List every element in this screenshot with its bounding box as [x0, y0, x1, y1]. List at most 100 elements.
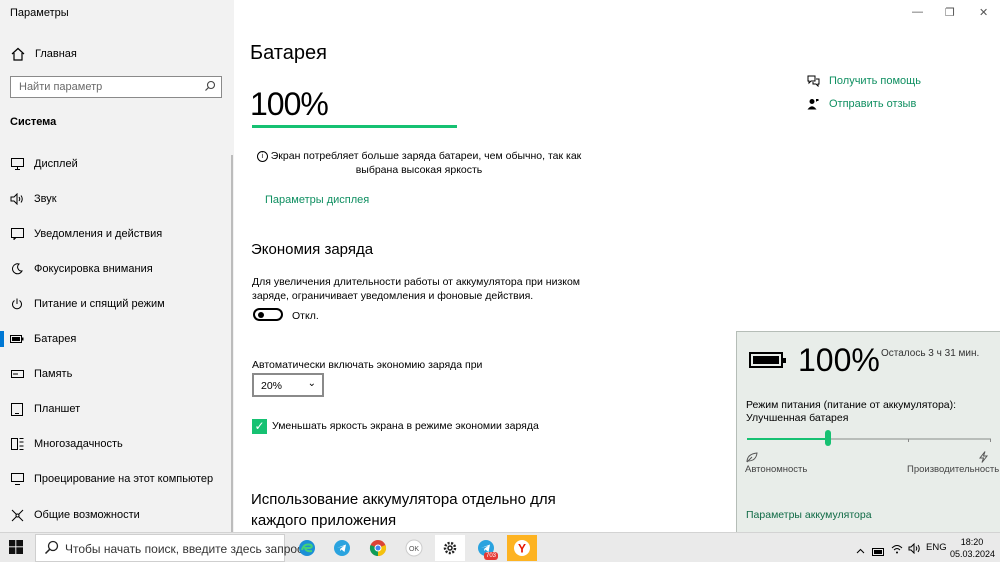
minimize-button[interactable]: —: [912, 6, 923, 18]
lower-brightness-checkbox[interactable]: ✓: [252, 419, 267, 434]
notification-icon: [10, 227, 24, 241]
sidebar-item-label: Батарея: [34, 333, 77, 345]
search-icon: [204, 80, 216, 95]
sidebar-item-label: Звук: [34, 193, 57, 205]
sidebar-item-tablet[interactable]: Планшет: [0, 394, 230, 424]
sidebar: Параметры Главная Найти параметр Система…: [0, 0, 234, 533]
sidebar-item-multitasking[interactable]: Многозадачность: [0, 429, 230, 459]
feedback-icon: [806, 97, 820, 111]
power-mode-value: Улучшенная батарея: [746, 412, 849, 424]
sidebar-item-label: Проецирование на этот компьютер: [34, 473, 214, 485]
home-label: Главная: [35, 48, 77, 60]
chevron-up-icon[interactable]: [856, 541, 865, 559]
ok-icon[interactable]: OK: [399, 535, 429, 561]
sidebar-item-label: Фокусировка внимания: [34, 263, 153, 275]
battery-tray-icon[interactable]: [872, 543, 885, 561]
sidebar-item-storage[interactable]: Память: [0, 359, 230, 389]
home-link[interactable]: Главная: [10, 45, 77, 63]
warning-text: Экран потребляет больше заряда батареи, …: [270, 150, 582, 176]
unread-badge: 703: [483, 552, 498, 560]
power-mode-slider-fill: [747, 438, 828, 440]
battery-saver-description: Для увеличения длительности работы от ак…: [252, 276, 581, 302]
power-mode-title: Режим питания (питание от аккумулятора):: [746, 399, 957, 411]
app-usage-heading: Использование аккумулятора отдельно для …: [251, 491, 556, 529]
checkmark-icon: ✓: [254, 419, 265, 433]
taskbar: Чтобы начать поиск, введите здесь запрос…: [0, 532, 1000, 562]
sidebar-item-label: Дисплей: [34, 158, 78, 170]
language-indicator[interactable]: ENG: [926, 542, 947, 553]
sidebar-scrollbar[interactable]: [231, 155, 233, 533]
sidebar-item-label: Многозадачность: [34, 438, 123, 450]
sidebar-item-label: Уведомления и действия: [34, 228, 163, 240]
battery-full-icon: [749, 352, 786, 368]
lower-brightness-label: Уменьшать яркость экрана в режиме эконом…: [272, 420, 539, 432]
slider-tick: [908, 439, 909, 442]
sidebar-item-shared[interactable]: Общие возможности: [0, 500, 230, 530]
clock-time: 18:20: [960, 537, 984, 547]
chevron-down-icon: ⌄: [307, 378, 316, 389]
maximize-button[interactable]: ❐: [945, 6, 955, 19]
sidebar-item-label: Память: [34, 368, 73, 380]
auto-saver-label: Автоматически включать экономию заряда п…: [252, 359, 483, 371]
power-icon: [10, 297, 24, 311]
sidebar-item-sound[interactable]: Звук: [0, 184, 230, 214]
feedback-label: Отправить отзыв: [829, 98, 917, 110]
sidebar-item-label: Питание и спящий режим: [34, 298, 165, 310]
settings-search-input[interactable]: Найти параметр: [10, 76, 222, 98]
yandex-browser-icon[interactable]: Y: [507, 535, 537, 561]
power-mode-label: Режим питания (питание от аккумулятора):…: [746, 399, 956, 425]
search-icon: [44, 540, 59, 558]
volume-icon[interactable]: [908, 541, 921, 559]
slider-max-label: Производительность: [907, 464, 1000, 475]
get-help-label: Получить помощь: [829, 75, 921, 87]
search-placeholder: Найти параметр: [19, 81, 103, 93]
display-settings-link[interactable]: Параметры дисплея: [265, 194, 369, 206]
get-help-link[interactable]: Получить помощь: [806, 74, 921, 88]
send-feedback-link[interactable]: Отправить отзыв: [806, 97, 916, 111]
toggle-state-label: Откл.: [292, 310, 319, 322]
slider-min-label: Автономность: [745, 464, 808, 475]
battery-saver-toggle[interactable]: [253, 308, 283, 321]
sidebar-item-label: Общие возможности: [34, 509, 140, 521]
chrome-icon[interactable]: [363, 535, 393, 561]
close-button[interactable]: ✕: [979, 6, 988, 19]
power-mode-slider-thumb[interactable]: [824, 430, 831, 446]
auto-saver-threshold-select[interactable]: 20% ⌄: [252, 373, 324, 397]
battery-settings-link[interactable]: Параметры аккумулятора: [746, 509, 872, 521]
multitask-icon: [10, 437, 24, 451]
sidebar-item-focus[interactable]: Фокусировка внимания: [0, 254, 230, 284]
share-icon: [10, 508, 24, 522]
project-icon: [10, 472, 24, 486]
tablet-icon: [10, 402, 24, 416]
battery-percent: 100%: [250, 86, 329, 122]
info-icon: i: [256, 151, 268, 162]
moon-icon: [10, 262, 24, 276]
clock[interactable]: 18:20 05.03.2024: [950, 536, 996, 560]
sidebar-item-notifications[interactable]: Уведомления и действия: [0, 219, 230, 249]
telegram-badge-icon[interactable]: 703: [471, 535, 501, 561]
windows-start-icon[interactable]: [9, 540, 23, 559]
speaker-icon: [10, 192, 24, 206]
settings-gear-icon[interactable]: [435, 535, 465, 561]
storage-icon: [10, 367, 24, 381]
slider-tick: [990, 439, 991, 442]
battery-level-bar: [252, 125, 457, 128]
battery-icon: [10, 332, 24, 346]
taskbar-search-placeholder: Чтобы начать поиск, введите здесь запрос: [65, 542, 304, 556]
telegram-icon[interactable]: [327, 535, 357, 561]
page-title: Батарея: [250, 42, 327, 64]
sidebar-item-power[interactable]: Питание и спящий режим: [0, 289, 230, 319]
edge-icon[interactable]: [292, 535, 322, 561]
svg-text:Y: Y: [518, 542, 526, 556]
home-icon: [10, 46, 26, 62]
section-heading: Система: [10, 116, 57, 128]
sidebar-item-projecting[interactable]: Проецирование на этот компьютер: [0, 464, 230, 494]
taskbar-search-input[interactable]: Чтобы начать поиск, введите здесь запрос: [35, 534, 303, 562]
sidebar-item-display[interactable]: Дисплей: [0, 149, 230, 179]
battery-saver-heading: Экономия заряда: [251, 241, 374, 258]
toggle-knob: [258, 312, 264, 318]
wifi-icon[interactable]: [891, 541, 903, 559]
clock-date: 05.03.2024: [950, 549, 996, 559]
svg-text:OK: OK: [409, 546, 419, 553]
sidebar-item-battery[interactable]: Батарея: [0, 324, 230, 354]
